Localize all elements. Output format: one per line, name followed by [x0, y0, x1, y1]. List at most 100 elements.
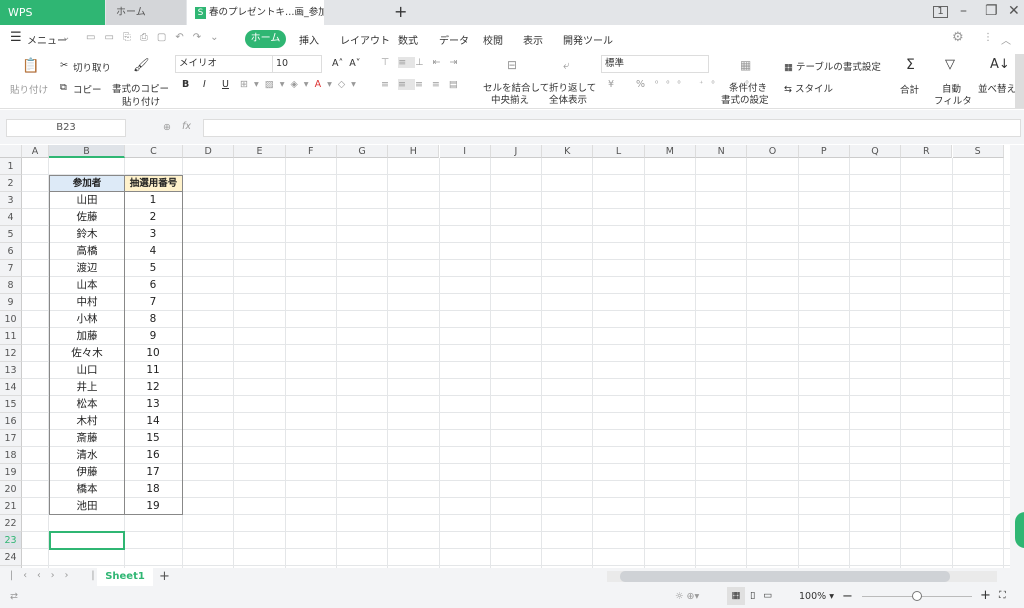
row-header-5[interactable]: 5 [0, 226, 22, 243]
minimize-icon[interactable]: – [960, 3, 967, 19]
tab-review[interactable]: 校閲 [483, 32, 503, 47]
row-header-7[interactable]: 7 [0, 260, 22, 277]
zoom-in-button[interactable]: + [980, 588, 991, 603]
format-copy-label-2[interactable]: 貼り付け [122, 94, 160, 108]
column-header-B[interactable]: B [49, 145, 125, 158]
column-header-M[interactable]: M [644, 145, 696, 158]
column-header-J[interactable]: J [490, 145, 543, 158]
restore-icon[interactable]: ❐ [985, 3, 998, 19]
participant-cell[interactable]: 佐藤 [49, 209, 125, 226]
column-header-R[interactable]: R [901, 145, 953, 158]
wrap-label-2[interactable]: 全体表示 [549, 92, 587, 106]
number-cell[interactable]: 5 [124, 260, 183, 277]
number-cell[interactable]: 13 [124, 396, 183, 413]
participant-cell[interactable]: 鈴木 [49, 226, 125, 243]
tab-data[interactable]: データ [439, 32, 469, 47]
select-all-corner[interactable] [0, 145, 22, 158]
participant-cell[interactable]: 木村 [49, 413, 125, 430]
participant-cell[interactable]: 池田 [49, 498, 125, 515]
sheet-nav-icons[interactable]: |‹‹›› | [10, 570, 105, 581]
page-view-icons[interactable]: ▯▭ [750, 590, 780, 601]
number-cell[interactable]: 16 [124, 447, 183, 464]
row-header-6[interactable]: 6 [0, 243, 22, 260]
row-header-8[interactable]: 8 [0, 277, 22, 294]
selected-cell-B23[interactable] [49, 531, 125, 550]
close-window-icon[interactable]: ✕ [1008, 3, 1020, 19]
participant-cell[interactable]: 山口 [49, 362, 125, 379]
row-header-10[interactable]: 10 [0, 311, 22, 328]
number-cell[interactable]: 2 [124, 209, 183, 226]
column-header-A[interactable]: A [22, 145, 49, 158]
formula-input[interactable] [203, 119, 1021, 137]
participant-cell[interactable]: 中村 [49, 294, 125, 311]
tab-developer[interactable]: 開発ツール [563, 32, 613, 47]
row-header-23[interactable]: 23 [0, 532, 22, 549]
cut-icon[interactable]: ✂ [60, 60, 68, 71]
number-cell[interactable]: 8 [124, 311, 183, 328]
window-count-icon[interactable]: 1 [933, 6, 948, 18]
name-box[interactable]: B23 [6, 119, 126, 137]
number-format-select[interactable]: 標準 [601, 55, 709, 73]
more-icon[interactable]: ⋮ [983, 32, 993, 43]
conditional-format-label-2[interactable]: 書式の設定 [721, 92, 769, 106]
column-header-S[interactable]: S [952, 145, 1004, 158]
row-header-20[interactable]: 20 [0, 481, 22, 498]
format-painter-icon[interactable]: 🖌 [133, 58, 150, 73]
column-header-I[interactable]: I [439, 145, 491, 158]
row-header-19[interactable]: 19 [0, 464, 22, 481]
conditional-format-icon[interactable]: ▦ [740, 58, 751, 72]
number-cell[interactable]: 15 [124, 430, 183, 447]
row-header-24[interactable]: 24 [0, 549, 22, 566]
number-cell[interactable]: 6 [124, 277, 183, 294]
ribbon-scroll-right[interactable] [1015, 54, 1024, 108]
font-family-select[interactable]: メイリオ [175, 55, 274, 73]
chevron-down-icon[interactable]: ⌄ [62, 32, 70, 43]
row-header-12[interactable]: 12 [0, 345, 22, 362]
column-header-G[interactable]: G [336, 145, 389, 158]
vertical-scrollbar[interactable] [1010, 145, 1024, 568]
zoom-out-button[interactable]: − [842, 589, 853, 604]
column-header-L[interactable]: L [593, 145, 645, 158]
new-tab-button[interactable]: + [394, 2, 407, 21]
row-header-13[interactable]: 13 [0, 362, 22, 379]
zoom-search-icon[interactable]: ⊕ [163, 122, 171, 133]
column-header-E[interactable]: E [234, 145, 286, 158]
tab-formulas[interactable]: 数式 [398, 32, 418, 47]
sort-icon[interactable]: A↓ [990, 57, 1010, 72]
tab-insert[interactable]: 挿入 [299, 32, 319, 47]
row-header-2[interactable]: 2 [0, 175, 22, 192]
filter-icon[interactable]: ▽ [945, 57, 955, 72]
add-sheet-button[interactable]: + [159, 569, 170, 584]
number-cell[interactable]: 10 [124, 345, 183, 362]
tab-view[interactable]: 表示 [523, 32, 543, 47]
zoom-level[interactable]: 100% ▾ [799, 591, 834, 602]
zoom-slider-thumb[interactable] [912, 591, 922, 601]
horizontal-align-icons[interactable]: ≡≡≡≡▤ [381, 79, 467, 90]
sheet-tab-sheet1[interactable]: Sheet1 [97, 568, 153, 586]
settings-icon[interactable]: ⚙ [952, 30, 964, 45]
font-size-select[interactable]: 10 [272, 55, 322, 73]
column-header-N[interactable]: N [696, 145, 748, 158]
fx-button[interactable]: fx [182, 121, 191, 132]
participant-cell[interactable]: 高橋 [49, 243, 125, 260]
format-copy-label-1[interactable]: 書式のコピー [112, 81, 169, 95]
paste-icon[interactable]: 📋 [22, 58, 39, 74]
horizontal-scroll-thumb[interactable] [620, 571, 950, 582]
table-format-button[interactable]: ▦ テーブルの書式設定 [784, 59, 881, 73]
number-cell[interactable]: 7 [124, 294, 183, 311]
row-header-15[interactable]: 15 [0, 396, 22, 413]
copy-button[interactable]: コピー [73, 82, 102, 96]
row-header-17[interactable]: 17 [0, 430, 22, 447]
percent-button[interactable]: % [636, 79, 645, 90]
spreadsheet-grid[interactable]: A B C D E F G H I J K L M N O P Q R S 1 2 3 4 5 6 7 8 9 10 11 12 13 14 15… [0, 145, 1010, 568]
row-header-22[interactable]: 22 [0, 515, 22, 532]
row-header-3[interactable]: 3 [0, 192, 22, 209]
macro-icon[interactable]: ⇄ [10, 591, 18, 602]
row-header-21[interactable]: 21 [0, 498, 22, 515]
copy-icon[interactable]: ⧉ [60, 82, 67, 93]
vertical-align-icons[interactable]: ⊤≡⊥⇤⇥ [381, 57, 466, 68]
underline-button[interactable]: U [222, 79, 229, 90]
participant-cell[interactable]: 清水 [49, 447, 125, 464]
column-header-F[interactable]: F [285, 145, 337, 158]
number-cell[interactable]: 19 [124, 498, 183, 515]
